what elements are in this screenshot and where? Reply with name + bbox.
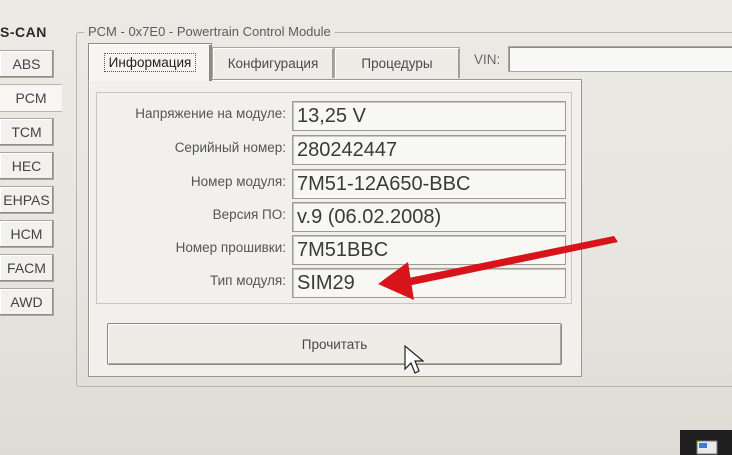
serial-label: Серийный номер: <box>174 140 286 155</box>
firmware-number-label: Номер прошивки: <box>175 240 286 255</box>
bus-group-title: S-CAN <box>0 24 47 40</box>
tab-info-label: Информация <box>103 53 197 72</box>
module-tab-facm[interactable]: FACM <box>0 254 54 282</box>
tab-info[interactable]: Информация <box>88 43 212 81</box>
firmware-number-value: 7M51BBC <box>292 235 566 265</box>
mouse-cursor-icon <box>404 345 424 374</box>
software-version-label: Версия ПО: <box>212 207 286 222</box>
module-tab-hec[interactable]: HEC <box>0 152 54 180</box>
module-tab-hcm[interactable]: HCM <box>0 220 54 248</box>
module-tab-tcm[interactable]: TCM <box>0 118 54 146</box>
read-button[interactable]: Прочитать <box>107 323 562 365</box>
module-tab-abs[interactable]: ABS <box>0 50 54 78</box>
vin-field[interactable] <box>508 46 732 72</box>
voltage-value: 13,25 V <box>292 101 566 131</box>
tab-procedures[interactable]: Процедуры <box>334 47 460 78</box>
software-version-value: v.9 (06.02.2008) <box>292 202 566 232</box>
module-number-label: Номер модуля: <box>190 174 286 189</box>
module-tab-ehpas[interactable]: EHPAS <box>0 186 54 214</box>
module-type-label: Тип модуля: <box>209 273 286 288</box>
module-type-value: SIM29 <box>292 268 566 298</box>
module-group-title: PCM - 0x7E0 - Powertrain Control Module <box>84 24 335 39</box>
serial-value: 280242447 <box>292 135 566 165</box>
tray-app-icon[interactable] <box>696 440 718 455</box>
application-window: S-CAN ABS PCM TCM HEC EHPAS HCM FACM AWD… <box>0 0 732 455</box>
module-tab-awd[interactable]: AWD <box>0 288 54 316</box>
vin-label: VIN: <box>474 52 501 67</box>
module-number-value: 7M51-12A650-BBC <box>292 169 566 199</box>
module-tab-pcm[interactable]: PCM <box>0 84 62 112</box>
voltage-label: Напряжение на модуле: <box>135 106 286 121</box>
tab-config[interactable]: Конфигурация <box>212 47 334 78</box>
